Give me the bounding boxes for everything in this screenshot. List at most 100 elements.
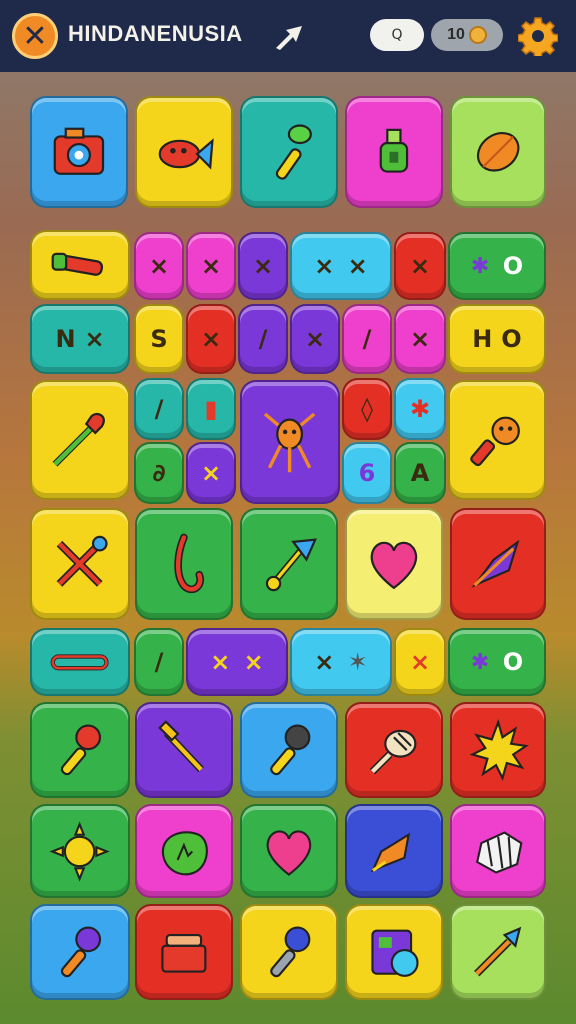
tile-octopus[interactable] xyxy=(240,380,340,504)
tile-mark-5[interactable]: × xyxy=(394,232,446,300)
tile-green-pipe[interactable] xyxy=(30,230,130,300)
tile-green-brush[interactable] xyxy=(240,96,338,208)
tile-golden-pin[interactable] xyxy=(135,702,233,798)
bottle-icon xyxy=(379,128,409,173)
microphone-icon xyxy=(61,926,102,978)
tile-sun-red[interactable] xyxy=(450,702,546,798)
tile-pencil[interactable] xyxy=(345,804,443,898)
dart-icon xyxy=(265,538,318,592)
tile-mace[interactable] xyxy=(448,380,546,500)
tile-pink-heart[interactable] xyxy=(345,508,443,620)
tile-mark: N xyxy=(55,325,76,353)
tile-row4-e[interactable]: ◊ xyxy=(342,378,392,440)
tile-purple-shuttle[interactable] xyxy=(450,508,546,620)
tile-mark: × xyxy=(347,252,368,280)
tile-row3-b[interactable]: S xyxy=(134,304,184,374)
tile-potion-bottle[interactable] xyxy=(345,96,443,208)
tile-row6-d[interactable]: × xyxy=(394,628,446,696)
coin-icon xyxy=(468,26,487,44)
tile-row3-a[interactable]: N × xyxy=(30,304,130,374)
tile-red-chest[interactable] xyxy=(135,904,233,1000)
tile-green-badge[interactable] xyxy=(135,804,233,898)
tile-racket[interactable] xyxy=(345,702,443,798)
package-icon xyxy=(475,830,523,874)
fish-icon xyxy=(158,138,214,170)
tile-mark: / xyxy=(154,395,164,423)
tile-row6-c[interactable]: × ✶ xyxy=(290,628,392,696)
tile-arrow-dart[interactable] xyxy=(240,508,338,620)
tile-crossed-tools[interactable] xyxy=(30,508,130,620)
blob-icon: ✱ xyxy=(470,649,490,674)
close-icon: ✕ xyxy=(22,18,48,54)
tile-row4-d[interactable]: × xyxy=(186,442,236,504)
tile-mark: × xyxy=(314,648,335,676)
tile-row3-d[interactable]: / xyxy=(238,304,288,374)
arrow-icon[interactable] xyxy=(272,22,306,52)
tile-row3-f[interactable]: / xyxy=(342,304,392,374)
tile-mark-2[interactable]: × xyxy=(186,232,236,300)
tile-chain[interactable] xyxy=(30,628,130,696)
chain-icon xyxy=(51,654,109,670)
tile-row4-f[interactable]: ✱ xyxy=(394,378,446,440)
tile-mark: × xyxy=(252,252,274,280)
tile-game-console[interactable] xyxy=(345,904,443,1000)
tile-mark-1[interactable]: × xyxy=(134,232,184,300)
tile-row4-g[interactable]: 6 xyxy=(342,442,392,504)
tile-red-fish[interactable] xyxy=(135,96,233,208)
chest-icon xyxy=(161,933,207,973)
gear-icon[interactable] xyxy=(518,16,558,56)
tile-mark: ∂ xyxy=(152,459,166,487)
tile-row4-c[interactable]: ∂ xyxy=(134,442,184,504)
tile-mark-3[interactable]: × xyxy=(238,232,288,300)
tile-row3-e[interactable]: × xyxy=(290,304,340,374)
tile-row4-a[interactable]: / xyxy=(134,378,184,440)
game-title: HINDANENUSIA xyxy=(68,21,243,46)
search-button[interactable]: Q xyxy=(370,19,424,51)
tile-row3-g[interactable]: × xyxy=(394,304,446,374)
octopus-icon xyxy=(264,412,316,473)
badge-icon xyxy=(161,830,208,875)
pin-icon xyxy=(158,720,204,772)
tile-row4-b[interactable]: ▮ xyxy=(186,378,236,440)
tile-mark: ▮ xyxy=(204,395,218,423)
tile-sun-green[interactable] xyxy=(30,804,130,898)
tile-heart[interactable] xyxy=(240,804,338,898)
tile-mark: × xyxy=(409,252,431,280)
tile-mark: × xyxy=(314,252,335,280)
heart-icon xyxy=(370,542,418,590)
tile-camera[interactable] xyxy=(30,96,128,208)
tile-mark-4[interactable]: × × xyxy=(290,232,392,300)
tile-purple-microphone[interactable] xyxy=(30,904,130,1000)
paint-brush-icon xyxy=(473,926,522,977)
tile-mark: × xyxy=(200,459,222,487)
tile-blue-microphone[interactable] xyxy=(240,702,338,798)
tile-red-hook[interactable] xyxy=(135,508,233,620)
tile-row6-b[interactable]: × × xyxy=(186,628,288,696)
microphone-icon xyxy=(270,724,311,776)
tile-row3-h[interactable]: H O xyxy=(448,304,546,374)
tile-mark: × xyxy=(304,325,326,353)
top-bar: ✕ HINDANENUSIA Q 10 xyxy=(0,0,576,72)
tile-orange-leaf[interactable] xyxy=(450,96,546,208)
tile-paint-brush[interactable] xyxy=(450,904,546,1000)
tile-row3-c[interactable]: × xyxy=(186,304,236,374)
leaf-icon xyxy=(476,132,520,172)
tile-red-microphone[interactable] xyxy=(30,702,130,798)
tile-mark: O xyxy=(502,648,524,676)
tile-mark-6[interactable]: ✱ O xyxy=(448,232,546,300)
tile-crossed-feather[interactable] xyxy=(30,380,130,500)
tile-row6-a[interactable]: / xyxy=(134,628,184,696)
tile-gift-package[interactable] xyxy=(450,804,546,898)
close-button[interactable]: ✕ xyxy=(12,13,58,59)
sun-icon xyxy=(49,820,111,882)
tile-mark: S xyxy=(150,325,168,353)
tile-blue-microphone-2[interactable] xyxy=(240,904,338,1000)
tile-mark: × xyxy=(148,252,170,280)
coin-counter[interactable]: 10 xyxy=(431,19,503,51)
tile-row4-h[interactable]: A xyxy=(394,442,446,504)
microphone-icon xyxy=(270,926,311,978)
racket-icon xyxy=(369,729,417,775)
console-icon xyxy=(371,929,419,977)
microphone-icon xyxy=(61,724,102,776)
tile-row6-e[interactable]: ✱ O xyxy=(448,628,546,696)
